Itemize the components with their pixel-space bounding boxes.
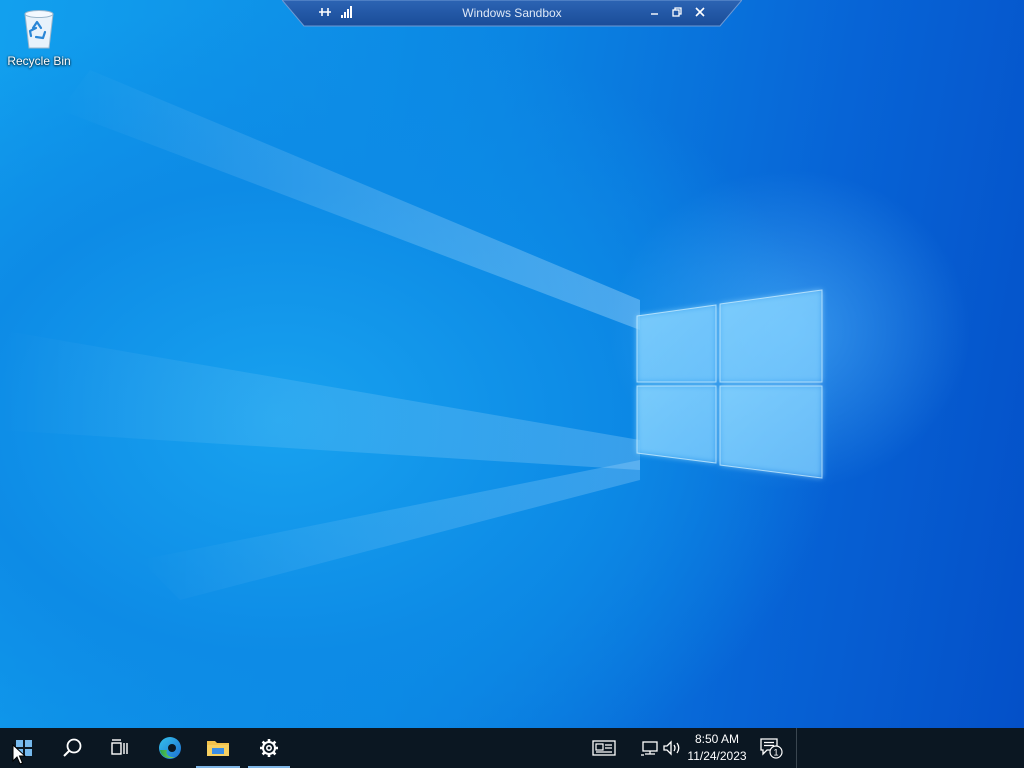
windows-logo-wallpaper (636, 289, 823, 479)
network-button[interactable] (638, 738, 662, 758)
clock-button[interactable]: 8:50 AM 11/24/2023 (684, 731, 750, 765)
folder-icon (207, 741, 229, 756)
show-desktop-button[interactable] (796, 728, 797, 768)
minimize-icon (651, 13, 658, 15)
edge-icon (159, 737, 181, 759)
recycle-bin-desktop-icon[interactable]: Recycle Bin (4, 6, 74, 76)
network-icon (641, 741, 658, 756)
restore-button[interactable] (668, 4, 686, 20)
mouse-pointer-icon (12, 744, 26, 765)
minimize-button[interactable] (646, 4, 664, 20)
recycle-bin-label: Recycle Bin (7, 54, 71, 68)
taskbar: 8:50 AM 11/24/2023 1 (0, 728, 1024, 768)
pin-icon (319, 8, 331, 16)
volume-icon (663, 740, 680, 756)
file-explorer-button[interactable] (196, 728, 240, 768)
search-icon (63, 738, 82, 757)
close-button[interactable] (691, 4, 709, 20)
close-icon (695, 7, 705, 17)
recycle-bin-icon (24, 10, 54, 49)
signal-icon (341, 6, 352, 18)
desktop-wallpaper: Recycle Bin (0, 0, 1024, 728)
task-view-button[interactable] (96, 728, 144, 768)
clock-date: 11/24/2023 (687, 749, 747, 763)
action-center-button[interactable]: 1 (758, 738, 786, 759)
search-button[interactable] (48, 728, 96, 768)
sandbox-title: Windows Sandbox (462, 6, 562, 20)
news-icon (592, 740, 616, 756)
edge-button[interactable] (146, 728, 194, 768)
task-view-icon (111, 739, 128, 755)
notification-icon: 1 (760, 738, 783, 759)
clock-time: 8:50 AM (694, 732, 740, 746)
news-and-interests-button[interactable] (592, 738, 616, 758)
gear-icon (260, 739, 278, 757)
sandbox-connection-bar[interactable]: Windows Sandbox (282, 0, 742, 27)
connection-quality-button[interactable] (338, 4, 356, 20)
pin-button[interactable] (316, 4, 334, 20)
volume-button[interactable] (660, 738, 684, 758)
restore-icon (672, 7, 682, 17)
settings-button[interactable] (248, 728, 290, 768)
notification-count: 1 (773, 748, 778, 758)
